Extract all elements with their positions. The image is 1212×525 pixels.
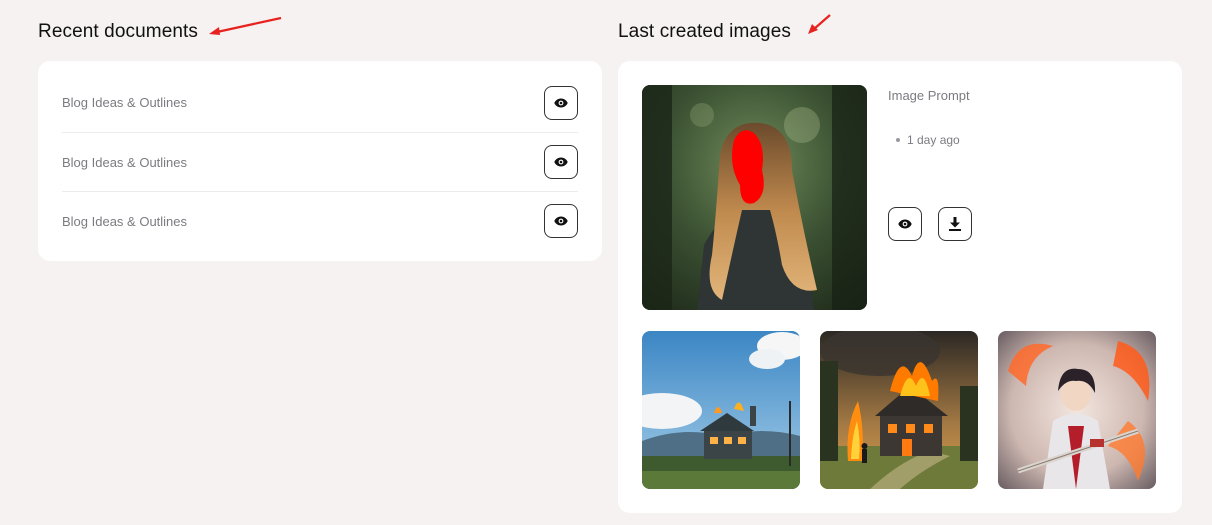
burning-house-image bbox=[820, 331, 978, 489]
eye-icon bbox=[898, 219, 912, 229]
house-landscape-image bbox=[642, 331, 800, 489]
recent-documents-title: Recent documents bbox=[38, 21, 199, 42]
eye-icon bbox=[554, 98, 568, 107]
featured-image[interactable] bbox=[642, 85, 867, 310]
document-name[interactable]: Blog Ideas & Outlines bbox=[62, 155, 187, 170]
image-thumbnail[interactable] bbox=[820, 331, 978, 489]
annotation-arrow-icon bbox=[808, 14, 831, 34]
document-name[interactable]: Blog Ideas & Outlines bbox=[62, 214, 187, 229]
document-row[interactable]: Blog Ideas & Outlines bbox=[62, 73, 578, 132]
document-name[interactable]: Blog Ideas & Outlines bbox=[62, 95, 187, 110]
woman-portrait-image bbox=[642, 85, 867, 310]
document-row[interactable]: Blog Ideas & Outlines bbox=[62, 132, 578, 191]
created-time: 1 day ago bbox=[907, 133, 960, 147]
document-row[interactable]: Blog Ideas & Outlines bbox=[62, 191, 578, 250]
image-prompt-label: Image Prompt bbox=[888, 88, 970, 103]
annotation-arrow-icon bbox=[209, 16, 282, 35]
view-image-button[interactable] bbox=[888, 207, 922, 241]
eye-icon bbox=[554, 157, 568, 167]
last-created-images-card: Image Prompt 1 day ago bbox=[618, 61, 1182, 513]
anime-warrior-image bbox=[998, 331, 1156, 489]
recent-documents-card: Blog Ideas & Outlines Blog Ideas & Outli… bbox=[38, 61, 602, 261]
download-image-button[interactable] bbox=[938, 207, 972, 241]
view-document-button[interactable] bbox=[544, 204, 578, 238]
image-thumbnail[interactable] bbox=[642, 331, 800, 489]
bullet-dot bbox=[896, 138, 900, 142]
view-document-button[interactable] bbox=[544, 85, 578, 120]
download-icon bbox=[949, 217, 961, 231]
last-created-images-title: Last created images bbox=[618, 21, 791, 42]
eye-icon bbox=[554, 216, 568, 226]
view-document-button[interactable] bbox=[544, 145, 578, 179]
image-timestamp: 1 day ago bbox=[896, 133, 960, 147]
image-thumbnail[interactable] bbox=[998, 331, 1156, 489]
